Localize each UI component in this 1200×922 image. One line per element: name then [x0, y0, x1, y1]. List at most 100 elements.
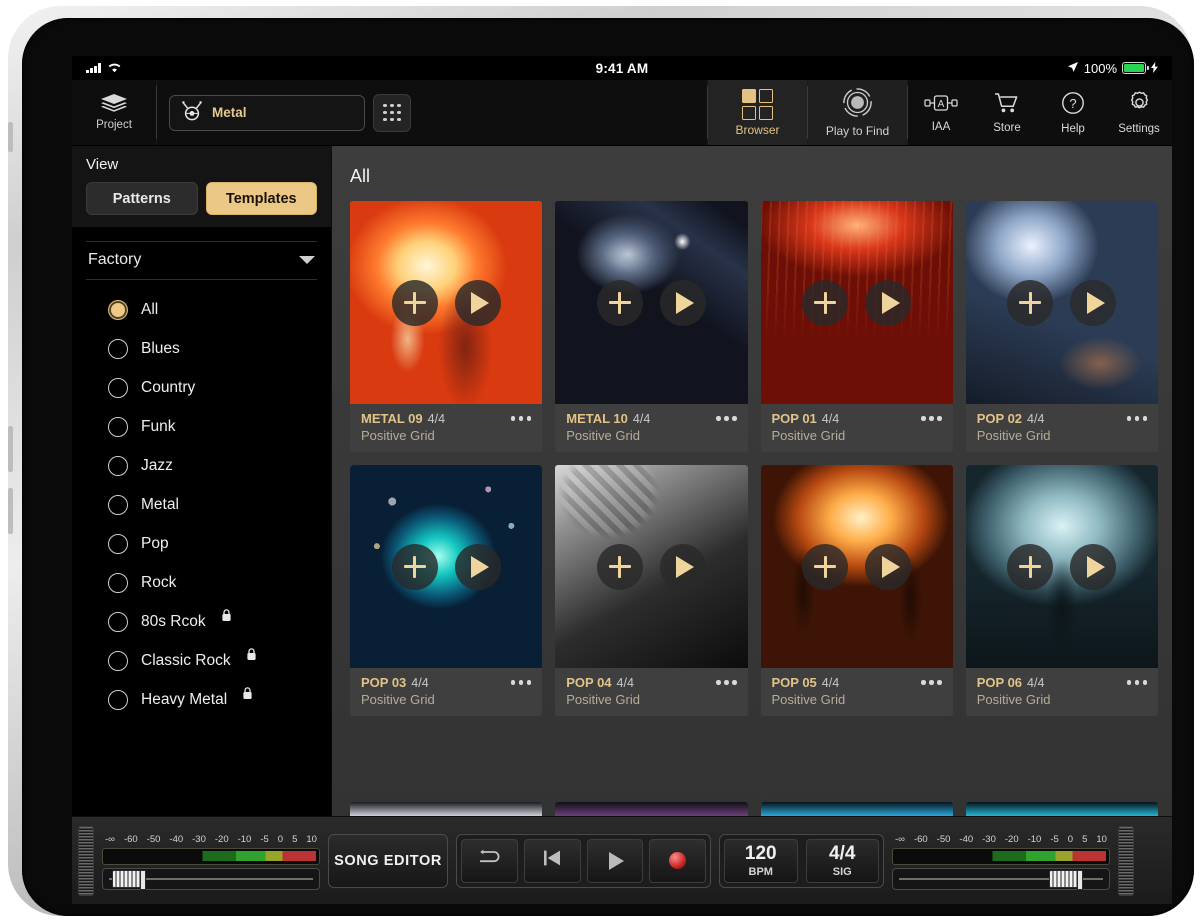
store-button[interactable]: Store	[974, 80, 1040, 145]
genre-item-jazz[interactable]: Jazz	[108, 450, 331, 482]
segment-templates[interactable]: Templates	[205, 182, 317, 215]
volume-up-button[interactable]	[8, 426, 13, 472]
fader-knob[interactable]	[111, 869, 146, 890]
tab-play-to-find[interactable]: Play to Find	[808, 80, 907, 145]
genre-item-all[interactable]: All	[108, 294, 331, 326]
kit-grid-button[interactable]	[373, 93, 411, 132]
preview-play-button[interactable]	[865, 279, 912, 326]
genre-item-rock[interactable]: Rock	[108, 567, 331, 599]
scale-tick: -∞	[895, 833, 905, 845]
template-card[interactable]: METAL 10 4/4 Positive Grid	[555, 201, 748, 452]
scale-tick: -50	[146, 833, 161, 845]
left-volume-fader[interactable]	[102, 867, 320, 890]
genre-item-blues[interactable]: Blues	[108, 333, 331, 365]
radio-icon	[108, 651, 128, 671]
loop-button[interactable]	[461, 838, 518, 883]
iaa-button[interactable]: A IAA	[908, 80, 974, 145]
power-button[interactable]	[8, 122, 13, 152]
radio-icon	[108, 456, 128, 476]
loop-icon	[476, 848, 502, 873]
ellipsis-icon[interactable]	[716, 680, 737, 685]
ellipsis-icon[interactable]	[716, 416, 737, 421]
ellipsis-icon[interactable]	[510, 680, 532, 685]
add-button[interactable]	[802, 279, 849, 326]
play-button[interactable]	[586, 838, 644, 883]
template-card[interactable]: METAL 09 4/4 Positive Grid	[350, 201, 543, 452]
add-button[interactable]	[391, 279, 438, 326]
bpm-display[interactable]: 120 BPM	[724, 838, 798, 883]
song-editor-button[interactable]: SONG EDITOR	[328, 833, 448, 888]
tab-browser[interactable]: Browser	[708, 80, 807, 145]
scale-tick: 5	[292, 833, 298, 845]
card-overlay-actions	[761, 201, 953, 404]
template-card[interactable]: POP 05 4/4 Positive Grid	[760, 465, 953, 716]
scale-tick: -∞	[105, 833, 115, 845]
volume-down-button[interactable]	[8, 488, 13, 534]
preview-play-button[interactable]	[1070, 279, 1117, 326]
ellipsis-icon[interactable]	[1126, 680, 1147, 685]
help-button[interactable]: ? Help	[1040, 80, 1106, 145]
template-card[interactable]: POP 02 4/4 Positive Grid	[965, 201, 1158, 452]
card-thumbnail	[965, 201, 1158, 404]
template-card[interactable]: POP 06 4/4 Positive Grid	[965, 465, 1158, 716]
ellipsis-icon[interactable]	[921, 680, 942, 685]
signature-display[interactable]: 4/4 SIG	[805, 838, 879, 883]
scale-tick: 10	[306, 833, 317, 845]
toolbar-mode-tabs: Browser Play to Find	[707, 80, 908, 145]
ellipsis-icon[interactable]	[510, 416, 532, 421]
peek-card[interactable]	[760, 802, 953, 816]
genre-item-80s-rock[interactable]: 80s Rcok	[108, 606, 331, 638]
kit-field[interactable]: Metal	[169, 94, 365, 131]
preview-play-button[interactable]	[659, 543, 706, 590]
left-drag-handle[interactable]	[78, 825, 94, 896]
record-button[interactable]	[649, 838, 706, 883]
factory-section-header[interactable]: Factory	[86, 241, 317, 280]
card-meta: POP 04 4/4 Positive Grid	[555, 668, 748, 716]
plus-icon	[608, 555, 631, 578]
card-signature: 4/4	[616, 676, 634, 690]
scale-tick: -10	[237, 833, 252, 845]
ellipsis-icon[interactable]	[921, 416, 942, 421]
genre-item-funk[interactable]: Funk	[108, 411, 331, 443]
genre-item-classic-rock[interactable]: Classic Rock	[108, 645, 331, 677]
preview-play-button[interactable]	[454, 279, 501, 326]
preview-play-button[interactable]	[1070, 543, 1117, 590]
svg-text:A: A	[938, 99, 945, 110]
segment-patterns[interactable]: Patterns	[86, 182, 198, 215]
genre-item-heavy-metal[interactable]: Heavy Metal	[108, 684, 331, 716]
add-button[interactable]	[596, 279, 643, 326]
play-icon	[471, 555, 490, 578]
add-button[interactable]	[802, 543, 849, 590]
template-card[interactable]: POP 03 4/4 Positive Grid	[350, 465, 543, 716]
genre-item-country[interactable]: Country	[108, 372, 331, 404]
preview-play-button[interactable]	[865, 543, 912, 590]
card-name: POP 04	[566, 675, 612, 690]
preview-play-button[interactable]	[454, 543, 501, 590]
fader-knob[interactable]	[1048, 869, 1083, 890]
genre-item-metal[interactable]: Metal	[108, 489, 331, 521]
genre-item-pop[interactable]: Pop	[108, 528, 331, 560]
four-squares-icon	[742, 88, 773, 120]
rewind-to-start-button[interactable]	[523, 838, 581, 883]
chevron-down-icon	[299, 256, 315, 264]
ellipsis-icon[interactable]	[1126, 416, 1147, 421]
transport-buttons	[456, 833, 711, 888]
peek-card[interactable]	[555, 802, 748, 816]
template-card[interactable]: POP 04 4/4 Positive Grid	[555, 465, 748, 716]
peek-card[interactable]	[350, 802, 543, 816]
preview-play-button[interactable]	[659, 279, 706, 326]
add-button[interactable]	[391, 543, 438, 590]
project-button[interactable]: Project	[72, 80, 156, 145]
settings-button[interactable]: Settings	[1106, 80, 1172, 145]
right-drag-handle[interactable]	[1118, 825, 1134, 896]
add-button[interactable]	[1007, 279, 1054, 326]
scale-tick: -30	[192, 833, 206, 845]
play-icon	[676, 555, 695, 578]
peek-card[interactable]	[965, 802, 1158, 816]
template-card[interactable]: POP 01 4/4 Positive Grid	[760, 201, 953, 452]
gear-icon	[1127, 90, 1152, 118]
right-volume-fader[interactable]	[892, 867, 1110, 890]
scale-tick: -60	[913, 833, 928, 845]
add-button[interactable]	[1007, 543, 1054, 590]
add-button[interactable]	[596, 543, 643, 590]
